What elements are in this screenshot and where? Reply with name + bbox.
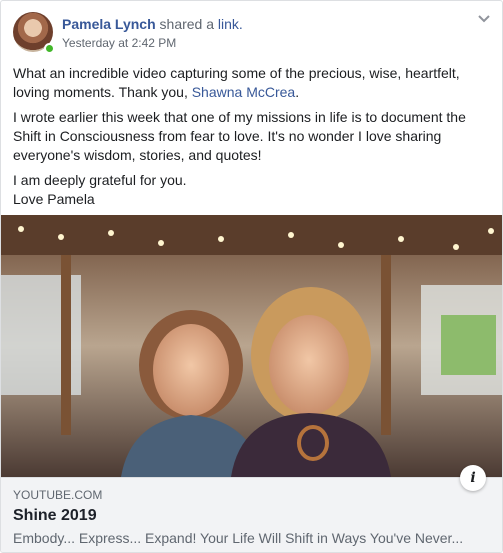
post-timestamp[interactable]: Yesterday at 2:42 PM — [62, 36, 176, 50]
message-paragraph-3: I am deeply grateful for you. Love Pamela — [13, 171, 493, 209]
video-thumbnail[interactable] — [1, 215, 502, 477]
author-name[interactable]: Pamela Lynch — [62, 16, 156, 32]
thumbnail-photo — [1, 215, 502, 477]
link-preview[interactable]: YOUTUBE.COM Shine 2019 Embody... Express… — [1, 477, 502, 552]
action-link[interactable]: link. — [218, 16, 243, 32]
message-paragraph-1: What an incredible video capturing some … — [13, 64, 493, 102]
post-meta: Yesterday at 2:42 PM — [62, 35, 176, 51]
chevron-down-icon[interactable] — [476, 13, 492, 25]
info-icon[interactable]: i — [460, 465, 486, 491]
message-line: I am deeply grateful for you. — [13, 172, 187, 188]
link-title[interactable]: Shine 2019 — [13, 506, 97, 526]
online-status-dot — [44, 43, 55, 54]
post-title-line: Pamela Lynch shared a link. — [62, 15, 243, 33]
message-paragraph-2: I wrote earlier this week that one of my… — [13, 109, 466, 163]
link-description: Embody... Express... Expand! Your Life W… — [13, 530, 464, 546]
message-signature: Love Pamela — [13, 191, 95, 207]
message-text: . — [295, 84, 300, 100]
post-message: What an incredible video capturing some … — [13, 64, 493, 215]
post-card: Pamela Lynch shared a link. Yesterday at… — [0, 0, 503, 553]
action-text: shared a — [159, 16, 215, 32]
post-header: Pamela Lynch shared a link. Yesterday at… — [1, 1, 502, 61]
link-domain: YOUTUBE.COM — [13, 488, 103, 502]
mention-link[interactable]: Shawna McCrea — [192, 84, 296, 100]
